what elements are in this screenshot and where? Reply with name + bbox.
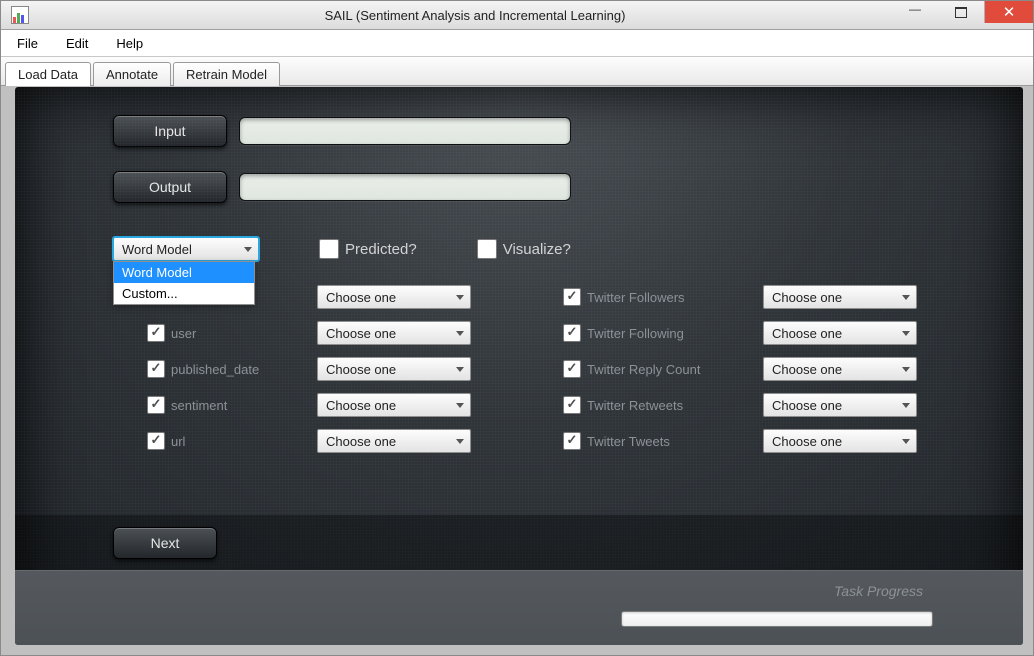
titlebar: SAIL (Sentiment Analysis and Incremental… — [1, 1, 1033, 30]
label-url: url — [171, 434, 185, 449]
predicted-checkbox[interactable] — [319, 239, 339, 259]
label-twitter-tweets: Twitter Tweets — [587, 434, 670, 449]
checkbox-twitter-retweets[interactable] — [563, 396, 581, 414]
model-combo[interactable]: Word Model — [113, 237, 259, 261]
select-twitter-followers[interactable]: Choose one — [763, 285, 917, 309]
tabstrip: Load Data Annotate Retrain Model — [1, 57, 1033, 86]
tab-annotate[interactable]: Annotate — [93, 62, 171, 86]
checkbox-url[interactable] — [147, 432, 165, 450]
window-title: SAIL (Sentiment Analysis and Incremental… — [37, 8, 1033, 23]
tab-load-data[interactable]: Load Data — [5, 62, 91, 86]
input-row: Input — [113, 115, 1023, 147]
model-option-word-model[interactable]: Word Model — [114, 262, 254, 283]
checkbox-twitter-following[interactable] — [563, 324, 581, 342]
checkbox-twitter-followers[interactable] — [563, 288, 581, 306]
label-twitter-following: Twitter Following — [587, 326, 684, 341]
chevron-down-icon — [902, 439, 910, 444]
task-progress-bar — [621, 611, 933, 627]
app-icon — [11, 6, 29, 24]
label-twitter-reply-count: Twitter Reply Count — [587, 362, 700, 377]
select-twitter-retweets[interactable]: Choose one — [763, 393, 917, 417]
checkbox-user[interactable] — [147, 324, 165, 342]
label-sentiment: sentiment — [171, 398, 227, 413]
tab-retrain-model[interactable]: Retrain Model — [173, 62, 280, 86]
footer: Task Progress — [15, 570, 1023, 645]
window-controls — [892, 1, 1033, 23]
select-twitter-following[interactable]: Choose one — [763, 321, 917, 345]
checkbox-twitter-reply-count[interactable] — [563, 360, 581, 378]
label-twitter-retweets: Twitter Retweets — [587, 398, 683, 413]
close-button[interactable] — [985, 1, 1033, 23]
chevron-down-icon — [244, 247, 252, 252]
next-bar: Next — [15, 515, 1023, 571]
label-twitter-followers: Twitter Followers — [587, 290, 685, 305]
checkbox-sentiment[interactable] — [147, 396, 165, 414]
maximize-button[interactable] — [938, 1, 985, 23]
output-button[interactable]: Output — [113, 171, 227, 203]
label-user: user — [171, 326, 196, 341]
chevron-down-icon — [456, 439, 464, 444]
chevron-down-icon — [456, 295, 464, 300]
task-progress-label: Task Progress — [834, 583, 923, 599]
menubar: File Edit Help — [1, 30, 1033, 57]
label-published-date: published_date — [171, 362, 259, 377]
visualize-label: Visualize? — [503, 241, 571, 258]
select-twitter-reply-count[interactable]: Choose one — [763, 357, 917, 381]
field-columns: contents user published_date sentiment u… — [15, 279, 1023, 459]
chevron-down-icon — [902, 331, 910, 336]
select-user[interactable]: Choose one — [317, 321, 471, 345]
content-panel: Input Output Word Model Word Model Custo… — [15, 87, 1023, 645]
select-twitter-tweets[interactable]: Choose one — [763, 429, 917, 453]
chevron-down-icon — [456, 331, 464, 336]
menu-file[interactable]: File — [9, 34, 46, 53]
select-contents[interactable]: Choose one — [317, 285, 471, 309]
output-row: Output — [113, 171, 1023, 203]
model-combo-popup: Word Model Custom... — [113, 261, 255, 305]
menu-edit[interactable]: Edit — [58, 34, 96, 53]
select-sentiment[interactable]: Choose one — [317, 393, 471, 417]
checkbox-published-date[interactable] — [147, 360, 165, 378]
input-button[interactable]: Input — [113, 115, 227, 147]
menu-help[interactable]: Help — [108, 34, 151, 53]
model-combo-value: Word Model — [122, 242, 192, 257]
model-option-custom[interactable]: Custom... — [114, 283, 254, 304]
chevron-down-icon — [902, 367, 910, 372]
predicted-label: Predicted? — [345, 241, 417, 258]
minimize-button[interactable] — [892, 1, 938, 23]
chevron-down-icon — [456, 367, 464, 372]
input-field[interactable] — [239, 117, 571, 145]
select-url[interactable]: Choose one — [317, 429, 471, 453]
checkbox-twitter-tweets[interactable] — [563, 432, 581, 450]
select-published-date[interactable]: Choose one — [317, 357, 471, 381]
application-window: SAIL (Sentiment Analysis and Incremental… — [0, 0, 1034, 656]
next-button[interactable]: Next — [113, 527, 217, 559]
chevron-down-icon — [456, 403, 464, 408]
chevron-down-icon — [902, 295, 910, 300]
visualize-checkbox[interactable] — [477, 239, 497, 259]
output-field[interactable] — [239, 173, 571, 201]
chevron-down-icon — [902, 403, 910, 408]
